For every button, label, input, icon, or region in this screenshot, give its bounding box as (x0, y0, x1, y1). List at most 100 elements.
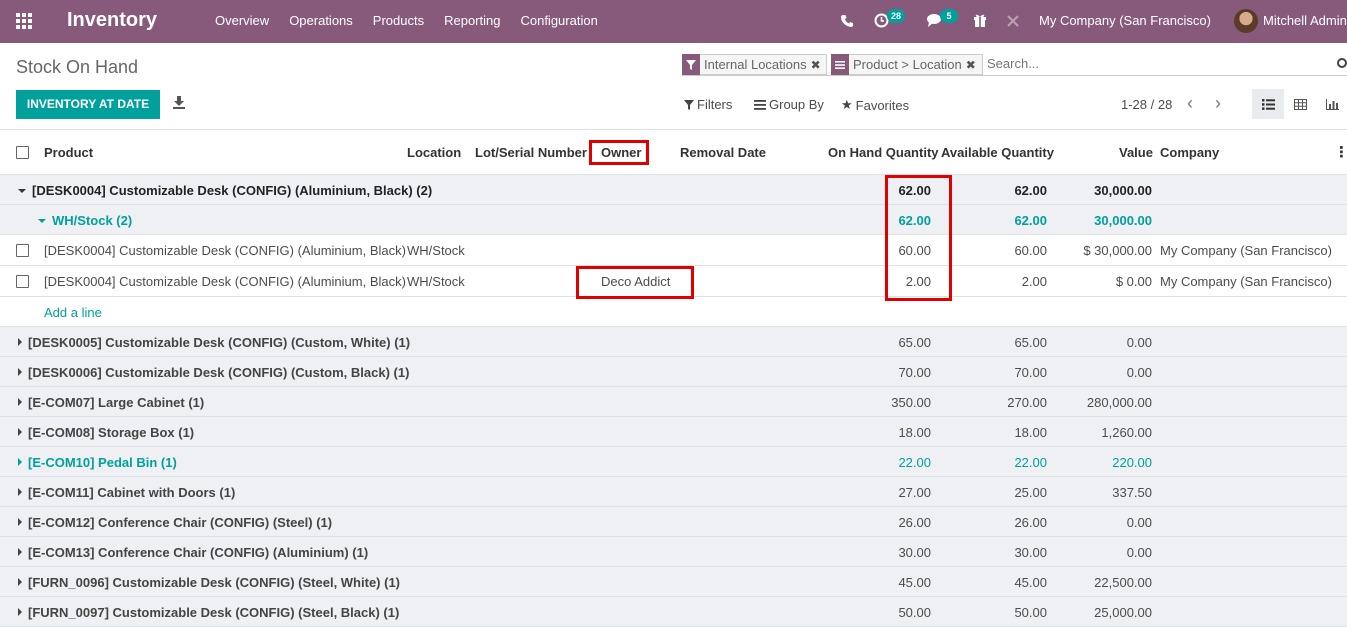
group-available: 30.00 (1014, 545, 1047, 560)
column-product[interactable]: Product (44, 145, 93, 160)
column-available-quantity[interactable]: Available Quantity (941, 145, 1054, 160)
column-value[interactable]: Value (1119, 145, 1153, 160)
menu-products[interactable]: Products (373, 13, 424, 28)
remove-facet-icon[interactable]: ✖ (966, 58, 976, 72)
user-menu[interactable]: Mitchell Admin (1263, 13, 1347, 28)
list-view-icon[interactable] (1252, 89, 1284, 119)
group-row[interactable]: [E-COM11] Cabinet with Doors (1) 27.00 25.… (0, 477, 1347, 507)
group-value: 30,000.00 (1094, 183, 1152, 198)
cell-available: 2.00 (1021, 274, 1047, 289)
remove-facet-icon[interactable]: ✖ (811, 58, 821, 72)
cell-product: [DESK0004] Customizable Desk (CONFIG) (A… (44, 243, 406, 258)
column-on-hand-quantity[interactable]: On Hand Quantity (828, 145, 939, 160)
inventory-at-date-button[interactable]: INVENTORY AT DATE (16, 90, 160, 119)
pager-value[interactable]: 1-28 / 28 (1121, 97, 1172, 112)
column-lot-serial[interactable]: Lot/Serial Number (475, 145, 587, 160)
column-location[interactable]: Location (407, 145, 461, 160)
group-value: 0.00 (1126, 545, 1152, 560)
phone-icon[interactable] (841, 14, 853, 27)
group-row[interactable]: [FURN_0096] Customizable Desk (CONFIG) (… (0, 567, 1347, 597)
group-label: [E-COM11] Cabinet with Doors (1) (18, 485, 235, 500)
table-row[interactable]: [DESK0004] Customizable Desk (CONFIG) (A… (0, 235, 1347, 266)
group-value: 0.00 (1126, 365, 1152, 380)
group-value: 1,260.00 (1101, 425, 1152, 440)
group-label: [E-COM08] Storage Box (1) (18, 425, 194, 440)
row-checkbox[interactable] (16, 244, 29, 257)
subgroup-label: WH/Stock (2) (38, 213, 132, 228)
group-row[interactable]: [E-COM10] Pedal Bin (1) 22.00 22.00 220.00 (0, 447, 1347, 477)
search-input[interactable] (987, 56, 1287, 71)
favorites-toggle[interactable]: ★ Favorites (841, 97, 909, 113)
pivot-view-icon[interactable] (1284, 89, 1316, 119)
group-value: 25,000.00 (1094, 605, 1152, 620)
user-avatar[interactable] (1234, 9, 1258, 33)
select-all-checkbox[interactable] (16, 146, 29, 159)
cell-available: 60.00 (1014, 243, 1047, 258)
group-on-hand: 30.00 (898, 545, 931, 560)
column-company[interactable]: Company (1160, 145, 1219, 160)
tools-icon[interactable] (1006, 14, 1020, 28)
table-row[interactable]: [DESK0004] Customizable Desk (CONFIG) (A… (0, 266, 1347, 297)
group-by-icon (831, 54, 849, 75)
cell-location: WH/Stock (407, 274, 465, 289)
group-available: 70.00 (1014, 365, 1047, 380)
app-brand[interactable]: Inventory (67, 9, 157, 32)
group-row[interactable]: [E-COM08] Storage Box (1) 18.00 18.00 1,260… (0, 417, 1347, 447)
activity-count-badge: 28 (887, 9, 905, 23)
group-available: 65.00 (1014, 335, 1047, 350)
download-icon[interactable] (173, 96, 185, 109)
caret-right-icon (18, 368, 22, 376)
optional-columns-icon[interactable]: ⋮ (1334, 143, 1347, 161)
group-by-toggle[interactable]: Group By (754, 97, 824, 112)
caret-right-icon (18, 578, 22, 586)
subgroup-row[interactable]: WH/Stock (2) 62.00 62.00 30,000.00 (0, 205, 1347, 235)
menu-configuration[interactable]: Configuration (520, 13, 597, 28)
graph-view-icon[interactable] (1316, 89, 1347, 119)
subgroup-available: 62.00 (1014, 213, 1047, 228)
search-icon[interactable] (1337, 58, 1347, 68)
group-row[interactable]: [E-COM12] Conference Chair (CONFIG) (Ste… (0, 507, 1347, 537)
caret-right-icon (18, 488, 22, 496)
subgroup-value: 30,000.00 (1094, 213, 1152, 228)
group-row-expanded[interactable]: [DESK0004] Customizable Desk (CONFIG) (A… (0, 175, 1347, 205)
cell-value: $ 0.00 (1115, 274, 1152, 289)
group-available: 50.00 (1014, 605, 1047, 620)
apps-menu-icon[interactable] (16, 13, 34, 29)
group-value: 0.00 (1126, 335, 1152, 350)
group-label: [FURN_0097] Customizable Desk (CONFIG) (… (18, 605, 399, 620)
group-row[interactable]: [FURN_0097] Customizable Desk (CONFIG) (… (0, 597, 1347, 627)
group-row[interactable]: [DESK0005] Customizable Desk (CONFIG) (C… (0, 327, 1347, 357)
caret-right-icon (18, 338, 22, 346)
pager-next-icon[interactable]: › (1215, 93, 1221, 114)
cell-on-hand: 2.00 (905, 274, 931, 289)
group-on-hand: 26.00 (898, 515, 931, 530)
control-panel: Stock On Hand Internal Locations ✖ Produ… (0, 43, 1347, 130)
group-label: [DESK0004] Customizable Desk (CONFIG) (A… (18, 183, 432, 198)
menu-overview[interactable]: Overview (215, 13, 269, 28)
caret-right-icon (18, 458, 22, 466)
filters-toggle[interactable]: Filters (684, 97, 732, 112)
group-value: 220.00 (1112, 455, 1152, 470)
caret-right-icon (18, 608, 22, 616)
add-a-line-link[interactable]: Add a line (44, 305, 102, 320)
group-row[interactable]: [E-COM13] Conference Chair (CONFIG) (Alu… (0, 537, 1347, 567)
row-checkbox[interactable] (16, 275, 29, 288)
menu-operations[interactable]: Operations (289, 13, 353, 28)
cell-value: $ 30,000.00 (1083, 243, 1152, 258)
pager-previous-icon[interactable]: ‹ (1187, 93, 1193, 114)
menu-reporting[interactable]: Reporting (444, 13, 500, 28)
group-by-label: Group By (769, 97, 824, 112)
column-owner[interactable]: Owner (601, 145, 641, 160)
cell-product: [DESK0004] Customizable Desk (CONFIG) (A… (44, 274, 406, 289)
group-on-hand: 18.00 (898, 425, 931, 440)
gift-icon[interactable] (973, 13, 987, 27)
group-row[interactable]: [E-COM07] Large Cabinet (1) 350.00 270.00 2… (0, 387, 1347, 417)
group-on-hand: 350.00 (891, 395, 931, 410)
group-row[interactable]: [DESK0006] Customizable Desk (CONFIG) (C… (0, 357, 1347, 387)
column-removal-date[interactable]: Removal Date (680, 145, 766, 160)
company-switcher[interactable]: My Company (San Francisco) (1039, 13, 1211, 28)
group-label: [E-COM12] Conference Chair (CONFIG) (Ste… (18, 515, 332, 530)
list-header: Product Location Lot/Serial Number Owner… (0, 130, 1347, 175)
caret-right-icon (18, 398, 22, 406)
caret-right-icon (18, 428, 22, 436)
